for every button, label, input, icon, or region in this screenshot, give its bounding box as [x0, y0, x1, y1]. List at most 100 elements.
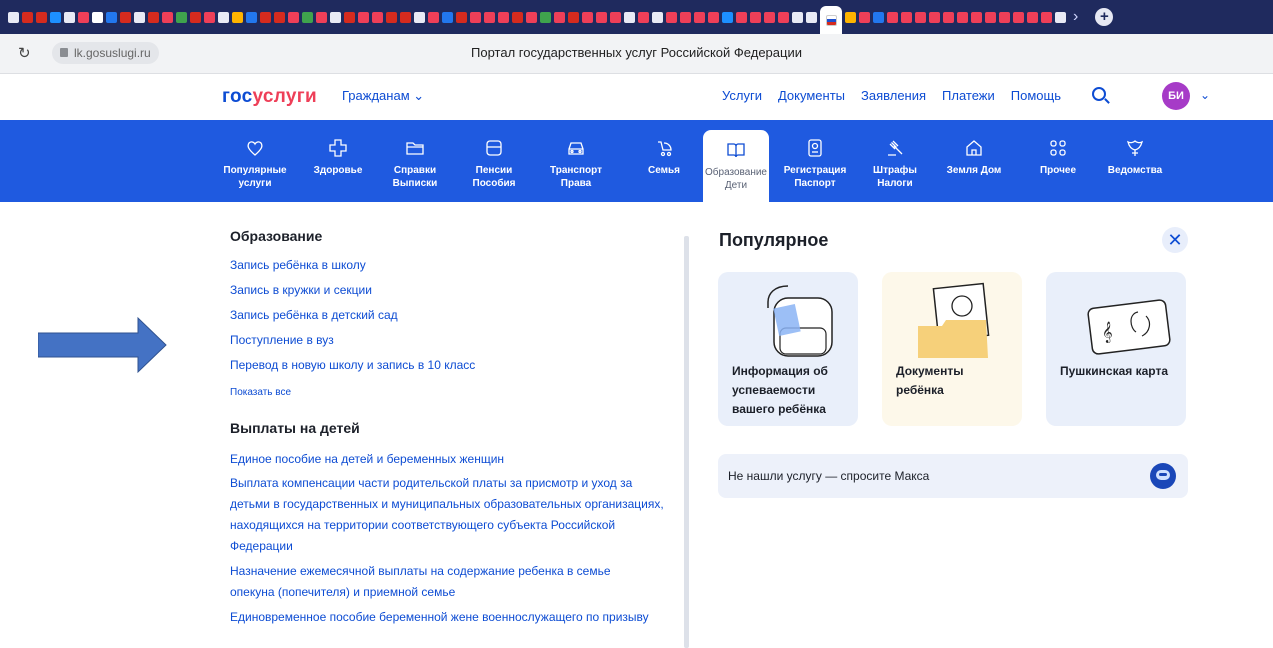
tab-favicon-icon[interactable]: [344, 11, 355, 23]
tab-favicon-icon[interactable]: [887, 11, 898, 23]
tab-favicon-icon[interactable]: [428, 11, 439, 23]
tab-favicon-icon[interactable]: [260, 11, 271, 23]
tab-favicon-icon[interactable]: [568, 11, 579, 23]
nav-payments[interactable]: Платежи: [942, 88, 995, 103]
tab-scroll-right-icon[interactable]: ›: [1073, 8, 1078, 26]
link-guardian-payment[interactable]: Назначение ежемесячной выплаты на содерж…: [230, 561, 650, 603]
tab-favicon-icon[interactable]: [512, 11, 523, 23]
tab-favicon-icon[interactable]: [386, 11, 397, 23]
category-car[interactable]: Транспорт Права: [543, 128, 609, 202]
gosuslugi-logo[interactable]: госуслуги: [222, 86, 317, 108]
tab-favicon-icon[interactable]: [288, 11, 299, 23]
tab-favicon-icon[interactable]: [694, 11, 705, 23]
tab-favicon-icon[interactable]: [652, 11, 663, 23]
new-tab-icon[interactable]: +: [1095, 8, 1114, 26]
link-university-admission[interactable]: Поступление в вуз: [230, 331, 680, 350]
link-clubs[interactable]: Запись в кружки и секции: [230, 281, 680, 300]
tab-favicon-icon[interactable]: [22, 11, 33, 23]
category-grid[interactable]: Прочее: [1025, 128, 1091, 202]
tab-favicon-icon[interactable]: [358, 11, 369, 23]
avatar[interactable]: БИ: [1162, 82, 1190, 110]
link-kindergarten[interactable]: Запись ребёнка в детский сад: [230, 306, 680, 325]
nav-applications[interactable]: Заявления: [861, 88, 926, 103]
card-grades-info[interactable]: Информация об успеваемости вашего ребёнк…: [718, 272, 858, 426]
tab-favicon-icon[interactable]: [582, 11, 593, 23]
tab-favicon-icon[interactable]: [680, 11, 691, 23]
tab-favicon-icon[interactable]: [498, 11, 509, 23]
close-button[interactable]: ✕: [1162, 227, 1188, 253]
category-gavel[interactable]: Штрафы Налоги: [862, 128, 928, 202]
tab-favicon-icon[interactable]: [736, 11, 747, 23]
tab-favicon-icon[interactable]: [540, 11, 551, 23]
tab-favicon-icon[interactable]: [414, 11, 425, 23]
tab-favicon-icon[interactable]: [218, 11, 229, 23]
category-wallet[interactable]: Пенсии Пособия: [461, 128, 527, 202]
tab-favicon-icon[interactable]: [806, 11, 817, 23]
tab-favicon-icon[interactable]: [92, 11, 103, 23]
tab-favicon-icon[interactable]: [274, 11, 285, 23]
link-school-transfer[interactable]: Перевод в новую школу и запись в 10 клас…: [230, 356, 680, 375]
tab-favicon-icon[interactable]: [148, 11, 159, 23]
tab-favicon-icon[interactable]: [750, 11, 761, 23]
tab-favicon-icon[interactable]: [316, 11, 327, 23]
tab-favicon-icon[interactable]: [176, 11, 187, 23]
link-military-wife-allowance[interactable]: Единовременное пособие беременной жене в…: [230, 607, 650, 628]
tab-favicon-icon[interactable]: [36, 11, 47, 23]
tab-favicon-icon[interactable]: [372, 11, 383, 23]
tab-favicon-icon[interactable]: [915, 11, 926, 23]
tab-favicon-icon[interactable]: [764, 11, 775, 23]
tab-favicon-icon[interactable]: [778, 11, 789, 23]
tab-favicon-icon[interactable]: [1055, 11, 1066, 23]
tab-favicon-icon[interactable]: [106, 11, 117, 23]
tab-favicon-icon[interactable]: [330, 11, 341, 23]
nav-documents[interactable]: Документы: [778, 88, 845, 103]
tab-favicon-icon[interactable]: [400, 11, 411, 23]
category-cross[interactable]: Здоровье: [305, 128, 371, 202]
card-pushkin[interactable]: 𝄞 Пушкинская карта: [1046, 272, 1186, 426]
link-kindergarten-compensation[interactable]: Выплата компенсации части родительской п…: [230, 473, 670, 557]
tab-favicon-icon[interactable]: [554, 11, 565, 23]
tab-favicon-icon[interactable]: [78, 11, 89, 23]
link-school-enrollment[interactable]: Запись ребёнка в школу: [230, 256, 680, 275]
nav-services[interactable]: Услуги: [722, 88, 762, 103]
tab-favicon-icon[interactable]: [190, 11, 201, 23]
active-tab[interactable]: [820, 6, 842, 34]
tab-favicon-icon[interactable]: [120, 11, 131, 23]
tab-favicon-icon[interactable]: [50, 11, 61, 23]
tab-favicon-icon[interactable]: [246, 11, 257, 23]
tab-favicon-icon[interactable]: [484, 11, 495, 23]
tab-favicon-icon[interactable]: [638, 11, 649, 23]
tab-favicon-icon[interactable]: [470, 11, 481, 23]
tab-favicon-icon[interactable]: [971, 11, 982, 23]
tab-favicon-icon[interactable]: [456, 11, 467, 23]
show-all-link[interactable]: Показать все: [230, 387, 680, 398]
search-icon[interactable]: [1092, 87, 1106, 101]
nav-help[interactable]: Помощь: [1011, 88, 1061, 103]
tab-favicon-icon[interactable]: [722, 11, 733, 23]
category-book[interactable]: Образование Дети: [703, 130, 769, 202]
chevron-down-icon[interactable]: ⌄: [1200, 88, 1210, 102]
tab-favicon-icon[interactable]: [957, 11, 968, 23]
category-passport[interactable]: Регистрация Паспорт: [782, 128, 848, 202]
tab-favicon-icon[interactable]: [610, 11, 621, 23]
scrollbar[interactable]: [684, 236, 689, 648]
tab-favicon-icon[interactable]: [204, 11, 215, 23]
tab-favicon-icon[interactable]: [708, 11, 719, 23]
tab-favicon-icon[interactable]: [624, 11, 635, 23]
tab-favicon-icon[interactable]: [64, 11, 75, 23]
tab-favicon-icon[interactable]: [232, 11, 243, 23]
tab-favicon-icon[interactable]: [859, 11, 870, 23]
card-child-documents[interactable]: Документы ребёнка: [882, 272, 1022, 426]
tab-favicon-icon[interactable]: [792, 11, 803, 23]
tab-favicon-icon[interactable]: [8, 11, 19, 23]
tab-favicon-icon[interactable]: [1027, 11, 1038, 23]
tab-favicon-icon[interactable]: [901, 11, 912, 23]
robot-icon[interactable]: [1150, 463, 1176, 489]
tab-favicon-icon[interactable]: [666, 11, 677, 23]
tab-favicon-icon[interactable]: [943, 11, 954, 23]
tab-favicon-icon[interactable]: [1013, 11, 1024, 23]
tab-favicon-icon[interactable]: [985, 11, 996, 23]
audience-select[interactable]: Гражданам ⌄: [342, 88, 424, 104]
tab-favicon-icon[interactable]: [596, 11, 607, 23]
tab-favicon-icon[interactable]: [1041, 11, 1052, 23]
